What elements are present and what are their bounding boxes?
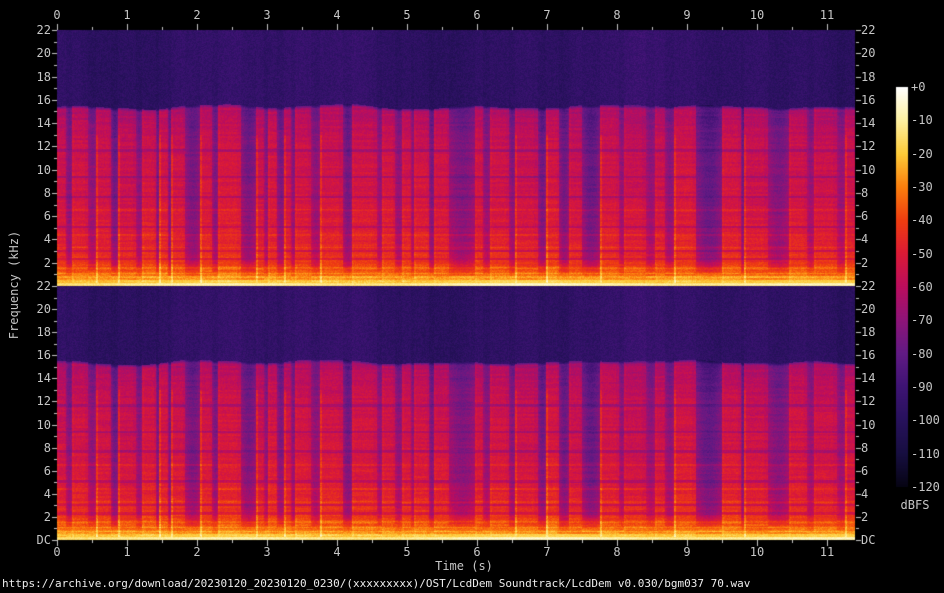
time-tick-label-bottom: 4 bbox=[333, 545, 341, 559]
freq-tick-label-right: 10 bbox=[861, 162, 876, 177]
freq-tick-label-left: 10 bbox=[36, 162, 51, 177]
freq-tick-label-right: 2 bbox=[861, 509, 869, 524]
time-tick-label-bottom: 1 bbox=[123, 545, 131, 559]
time-tick-label-bottom: 9 bbox=[683, 545, 691, 559]
time-tick-label-bottom: 7 bbox=[543, 545, 551, 559]
colorbar-tick-label: -100 bbox=[911, 413, 940, 428]
time-tick-label-bottom: 2 bbox=[193, 545, 201, 559]
freq-tick-label-right: 2 bbox=[861, 255, 869, 270]
freq-tick-label-left: 20 bbox=[36, 302, 51, 317]
freq-tick-label-right: 18 bbox=[861, 325, 876, 340]
freq-tick-label-right: 12 bbox=[861, 394, 876, 409]
freq-tick-label-left: 20 bbox=[36, 46, 51, 61]
freq-tick-label-right: 14 bbox=[861, 371, 876, 386]
time-tick-label-top: 7 bbox=[543, 8, 551, 22]
freq-tick-label-left: 6 bbox=[43, 463, 51, 478]
colorbar-tick-label: -40 bbox=[911, 213, 933, 228]
freq-tick-label-left: 2 bbox=[43, 255, 51, 270]
colorbar-tick-label: -90 bbox=[911, 380, 933, 394]
freq-tick-label-right: 12 bbox=[861, 139, 876, 154]
time-tick-label-top: 2 bbox=[193, 8, 201, 22]
freq-tick-label-right: 6 bbox=[861, 463, 869, 478]
time-tick-label-bottom: 6 bbox=[473, 545, 481, 559]
colorbar-unit-label: dBFS bbox=[900, 498, 930, 512]
time-tick-label-top: 0 bbox=[53, 8, 61, 22]
colorbar-tick-label: -120 bbox=[911, 480, 940, 494]
freq-tick-label-left: 4 bbox=[43, 232, 51, 247]
time-tick-label-top: 5 bbox=[403, 8, 411, 22]
freq-tick-label-left: 16 bbox=[36, 348, 51, 363]
freq-tick-label-left: 18 bbox=[36, 69, 51, 84]
time-axis-label: Time (s) bbox=[435, 559, 493, 573]
colorbar-tick-label: -70 bbox=[911, 313, 933, 328]
time-tick-label-top: 11 bbox=[819, 8, 835, 22]
time-tick-label-top: 9 bbox=[683, 8, 691, 22]
time-tick-label-bottom: 5 bbox=[403, 545, 411, 559]
freq-tick-label-right: 4 bbox=[861, 486, 869, 501]
time-tick-label-top: 8 bbox=[613, 8, 621, 22]
freq-dc-label-right: DC bbox=[861, 533, 876, 547]
freq-tick-label-left: 12 bbox=[36, 139, 51, 154]
time-tick-label-bottom: 10 bbox=[749, 545, 765, 559]
freq-tick-label-right: 16 bbox=[861, 92, 876, 107]
colorbar-tick-label: -30 bbox=[911, 180, 933, 194]
time-tick-label-top: 4 bbox=[333, 8, 341, 22]
freq-tick-label-right: 14 bbox=[861, 116, 876, 131]
colorbar-tick-label: -20 bbox=[911, 146, 933, 161]
colorbar-tick-label: +0 bbox=[911, 80, 926, 94]
freq-tick-label-right: 6 bbox=[861, 209, 869, 224]
time-tick-label-top: 10 bbox=[749, 8, 765, 22]
freq-tick-label-right: 10 bbox=[861, 417, 876, 432]
freq-tick-label-left: 22 bbox=[36, 23, 51, 37]
freq-tick-label-left: 10 bbox=[36, 417, 51, 432]
freq-dc-label-left: DC bbox=[36, 533, 51, 547]
freq-tick-label-left: 2 bbox=[43, 509, 51, 524]
time-tick-label-bottom: 8 bbox=[613, 545, 621, 559]
freq-tick-label-left: 16 bbox=[36, 92, 51, 107]
freq-tick-label-right: 16 bbox=[861, 348, 876, 363]
colorbar-tick-label: -50 bbox=[911, 246, 933, 261]
time-tick-label-top: 6 bbox=[473, 8, 481, 22]
time-tick-label-bottom: 0 bbox=[53, 545, 61, 559]
freq-tick-label-right: 22 bbox=[861, 23, 876, 37]
freq-tick-label-left: 12 bbox=[36, 394, 51, 409]
freq-tick-label-left: 14 bbox=[36, 116, 51, 131]
time-tick-label-bottom: 3 bbox=[263, 545, 271, 559]
freq-tick-label-right: 4 bbox=[861, 232, 869, 247]
colorbar-tick-label: -10 bbox=[911, 113, 933, 128]
colorbar-tick-label: -60 bbox=[911, 280, 933, 294]
time-tick-label-top: 1 bbox=[123, 8, 131, 22]
freq-tick-label-left: 8 bbox=[43, 440, 51, 455]
time-tick-label-top: 3 bbox=[263, 8, 271, 22]
freq-tick-label-left: 22 bbox=[36, 279, 51, 293]
spectrogram-canvas bbox=[0, 0, 944, 593]
freq-tick-label-left: 14 bbox=[36, 371, 51, 386]
spek-spectrogram-window: Frequency (kHz) Time (s) 0 1 2 3 4 5 6 7 8 9 10 11 … bbox=[0, 0, 944, 593]
freq-tick-label-right: 22 bbox=[861, 279, 876, 293]
freq-tick-label-right: 20 bbox=[861, 302, 876, 317]
time-tick-label-bottom: 11 bbox=[819, 545, 835, 559]
freq-tick-label-right: 18 bbox=[861, 69, 876, 84]
freq-tick-label-left: 4 bbox=[43, 486, 51, 501]
freq-tick-label-left: 6 bbox=[43, 209, 51, 224]
freq-tick-label-left: 8 bbox=[43, 185, 51, 200]
colorbar-tick-label: -80 bbox=[911, 346, 933, 361]
freq-tick-label-left: 18 bbox=[36, 325, 51, 340]
freq-tick-label-right: 8 bbox=[861, 185, 869, 200]
freq-tick-label-right: 20 bbox=[861, 46, 876, 61]
freq-tick-label-right: 8 bbox=[861, 440, 869, 455]
colorbar-tick-label: -110 bbox=[911, 446, 940, 461]
url-text: https://archive.org/download/20230120_20… bbox=[2, 577, 751, 590]
